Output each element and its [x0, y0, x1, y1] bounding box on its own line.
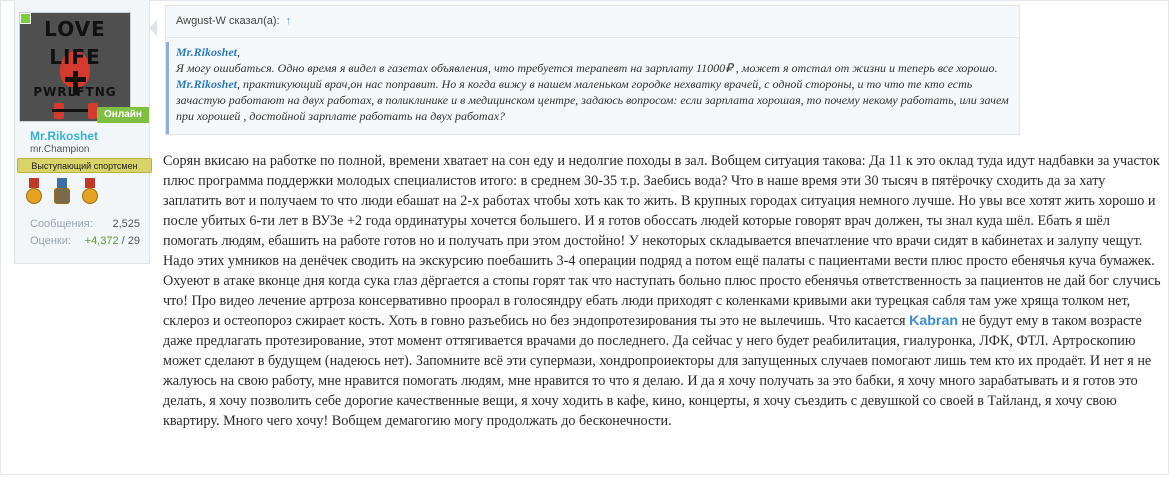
- go-to-quote-arrow-icon[interactable]: ↑: [286, 15, 292, 27]
- ratings-label: Оценки:: [30, 235, 71, 247]
- avatar-text-love: LOVE: [44, 17, 106, 41]
- quote-block: Awgust-W сказал(а): ↑ Mr.Rikoshet, Я мог…: [165, 5, 1020, 135]
- medal-icon[interactable]: [24, 178, 44, 208]
- ratings-value[interactable]: +4,372 / 29: [80, 235, 140, 247]
- message-mention[interactable]: Kabran: [909, 313, 958, 329]
- cross-shape-h: [65, 77, 86, 82]
- message-text: не будут ему в таком возрасте даже предл…: [163, 313, 1152, 429]
- quote-header: Awgust-W сказал(а): ↑: [166, 6, 1019, 38]
- quote-mention[interactable]: Mr.Rikoshet: [176, 77, 237, 91]
- avatar[interactable]: LOVE LIFE PWRLFTNG: [19, 12, 131, 122]
- message-body: Сорян вкисаю на работке по полной, време…: [163, 151, 1166, 431]
- quote-text: Mr.Rikoshet, Я могу ошибаться. Одно врем…: [166, 42, 1019, 134]
- user-title: mr.Champion: [30, 144, 90, 155]
- quote-text-part: Я могу ошибаться. Одно время я видел в г…: [176, 61, 998, 75]
- ratings-positive: +4,372: [84, 235, 119, 247]
- quote-text-part: ,: [237, 45, 241, 59]
- quote-text-part: , практикующий врач,он нас поправит. Но …: [176, 77, 1009, 123]
- messages-count[interactable]: 2,525: [90, 218, 140, 230]
- ratings-rest: / 29: [118, 235, 140, 247]
- quote-mention[interactable]: Mr.Rikoshet: [176, 45, 237, 59]
- avatar-text-pwrlftng: PWRLFTNG: [33, 85, 117, 99]
- online-indicator-icon: [20, 13, 31, 24]
- medal-icon[interactable]: [80, 178, 100, 208]
- rank-badge: Выступающий спортсмен: [17, 158, 152, 173]
- medal-icon[interactable]: [52, 178, 72, 208]
- online-badge: Онлайн: [97, 107, 149, 123]
- quote-author: Awgust-W сказал(а):: [176, 15, 280, 27]
- medals-row: [24, 178, 114, 210]
- username-link[interactable]: Mr.Rikoshet: [30, 129, 98, 143]
- messages-label: Сообщения:: [30, 218, 93, 230]
- message-text: Сорян вкисаю на работке по полной, време…: [163, 153, 1161, 329]
- avatar-text-life: LIFE: [49, 45, 101, 69]
- sidebar-pointer: [149, 20, 157, 36]
